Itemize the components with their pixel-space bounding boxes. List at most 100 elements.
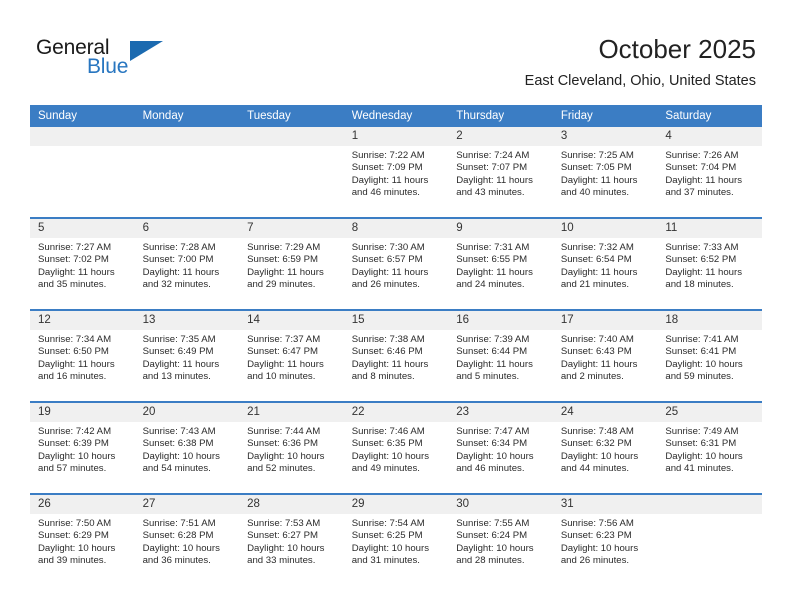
page-header: General Blue October 2025 East Cleveland… bbox=[0, 0, 792, 105]
calendar-day-cell[interactable]: 29 Sunrise: 7:54 AM Sunset: 6:25 PM Dayligh… bbox=[343, 493, 449, 585]
calendar-day-cell[interactable]: 26 Sunrise: 7:50 AM Sunset: 6:29 PM Dayligh… bbox=[30, 493, 135, 585]
sunset-text: Sunset: 6:39 PM bbox=[38, 438, 109, 450]
day-details: Sunrise: 7:56 AM Sunset: 6:23 PM Daylight:… bbox=[553, 514, 658, 568]
sunrise-text: Sunrise: 7:54 AM bbox=[351, 518, 425, 529]
calendar-day-cell[interactable]: 17 Sunrise: 7:40 AM Sunset: 6:43 PM Dayligh… bbox=[552, 309, 658, 402]
calendar-day-cell[interactable]: 23 Sunrise: 7:47 AM Sunset: 6:34 PM Dayligh… bbox=[448, 401, 553, 494]
day-details: Sunrise: 7:25 AM Sunset: 7:05 PM Daylight:… bbox=[553, 146, 658, 200]
title-block: October 2025 East Cleveland, Ohio, Unite… bbox=[525, 34, 756, 91]
sunrise-text: Sunrise: 7:53 AM bbox=[247, 518, 321, 529]
calendar-day-cell[interactable]: 27 Sunrise: 7:51 AM Sunset: 6:28 PM Dayligh… bbox=[134, 493, 240, 585]
calendar-day-cell[interactable]: 24 Sunrise: 7:48 AM Sunset: 6:32 PM Dayligh… bbox=[552, 401, 658, 494]
daylight-text: Daylight: 10 hours and 41 minutes. bbox=[665, 450, 743, 475]
calendar-day-cell[interactable]: 5 Sunrise: 7:27 AM Sunset: 7:02 PM Daylight… bbox=[30, 217, 135, 310]
calendar-week-row: 5 Sunrise: 7:27 AM Sunset: 7:02 PM Daylight… bbox=[30, 217, 762, 310]
daylight-text: Daylight: 10 hours and 57 minutes. bbox=[38, 450, 116, 475]
weekday-header-row: Sunday Monday Tuesday Wednesday Thursday Frid… bbox=[30, 105, 762, 127]
sunset-text: Sunset: 6:52 PM bbox=[665, 254, 737, 266]
calendar-table: Sunday Monday Tuesday Wednesday Thursday Frid… bbox=[30, 105, 762, 585]
calendar-day-cell[interactable]: 20 Sunrise: 7:43 AM Sunset: 6:38 PM Dayligh… bbox=[134, 401, 240, 494]
daylight-text: Daylight: 10 hours and 36 minutes. bbox=[142, 542, 220, 567]
calendar-day-cell[interactable]: 4 Sunrise: 7:26 AM Sunset: 7:04 PM Daylight… bbox=[657, 127, 762, 218]
sunrise-text: Sunrise: 7:37 AM bbox=[247, 334, 321, 345]
daylight-text: Daylight: 10 hours and 52 minutes. bbox=[247, 450, 325, 475]
day-details: Sunrise: 7:42 AM Sunset: 6:39 PM Daylight:… bbox=[30, 422, 135, 476]
calendar-day-cell[interactable]: 15 Sunrise: 7:38 AM Sunset: 6:46 PM Dayligh… bbox=[343, 309, 449, 402]
calendar-day-cell[interactable]: 18 Sunrise: 7:41 AM Sunset: 6:41 PM Dayligh… bbox=[657, 309, 762, 402]
daylight-text: Daylight: 11 hours and 21 minutes. bbox=[560, 266, 638, 291]
calendar-day-cell[interactable]: 21 Sunrise: 7:44 AM Sunset: 6:36 PM Dayligh… bbox=[239, 401, 344, 494]
day-number bbox=[134, 127, 240, 146]
daylight-text: Daylight: 11 hours and 35 minutes. bbox=[38, 266, 115, 291]
calendar-day-cell[interactable]: 11 Sunrise: 7:33 AM Sunset: 6:52 PM Dayligh… bbox=[657, 217, 762, 310]
daylight-text: Daylight: 11 hours and 10 minutes. bbox=[247, 358, 324, 383]
calendar-day-cell[interactable]: 14 Sunrise: 7:37 AM Sunset: 6:47 PM Dayligh… bbox=[239, 309, 344, 402]
daylight-text: Daylight: 11 hours and 13 minutes. bbox=[142, 358, 220, 383]
sunset-text: Sunset: 7:02 PM bbox=[38, 254, 109, 266]
calendar-day-cell[interactable]: 1 Sunrise: 7:22 AM Sunset: 7:09 PM Daylight… bbox=[343, 127, 449, 218]
calendar-day-cell[interactable]: 7 Sunrise: 7:29 AM Sunset: 6:59 PM Daylight… bbox=[239, 217, 344, 310]
daylight-text: Daylight: 11 hours and 24 minutes. bbox=[456, 266, 533, 291]
day-details: Sunrise: 7:31 AM Sunset: 6:55 PM Daylight:… bbox=[448, 238, 553, 292]
sunrise-text: Sunrise: 7:46 AM bbox=[351, 426, 425, 437]
brand-logo[interactable]: General Blue bbox=[36, 36, 216, 86]
calendar-day-cell[interactable]: 13 Sunrise: 7:35 AM Sunset: 6:49 PM Dayligh… bbox=[134, 309, 240, 402]
daylight-text: Daylight: 11 hours and 43 minutes. bbox=[456, 174, 533, 199]
sunrise-text: Sunrise: 7:33 AM bbox=[665, 242, 739, 253]
calendar-day-cell[interactable]: 28 Sunrise: 7:53 AM Sunset: 6:27 PM Dayligh… bbox=[239, 493, 344, 585]
calendar-day-cell[interactable]: 10 Sunrise: 7:32 AM Sunset: 6:54 PM Dayligh… bbox=[552, 217, 658, 310]
calendar-day-cell[interactable]: 19 Sunrise: 7:42 AM Sunset: 6:39 PM Dayligh… bbox=[30, 401, 135, 494]
calendar-day-cell[interactable]: 3 Sunrise: 7:25 AM Sunset: 7:05 PM Daylight… bbox=[552, 127, 658, 218]
weekday-header-monday: Monday bbox=[134, 105, 240, 127]
day-number: 3 bbox=[552, 127, 658, 146]
calendar-empty-cell bbox=[30, 127, 135, 218]
day-details bbox=[135, 146, 240, 150]
calendar-week-row: 1 Sunrise: 7:22 AM Sunset: 7:09 PM Daylight… bbox=[30, 127, 762, 218]
daylight-text: Daylight: 10 hours and 46 minutes. bbox=[456, 450, 534, 475]
sunset-text: Sunset: 7:04 PM bbox=[665, 162, 737, 174]
calendar-day-cell[interactable]: 22 Sunrise: 7:46 AM Sunset: 6:35 PM Dayligh… bbox=[343, 401, 449, 494]
sunrise-text: Sunrise: 7:29 AM bbox=[247, 242, 321, 253]
calendar-day-cell[interactable]: 6 Sunrise: 7:28 AM Sunset: 7:00 PM Daylight… bbox=[134, 217, 240, 310]
weekday-header-wednesday: Wednesday bbox=[343, 105, 449, 127]
day-number: 16 bbox=[448, 311, 553, 330]
day-details bbox=[239, 146, 344, 150]
calendar-day-cell[interactable]: 12 Sunrise: 7:34 AM Sunset: 6:50 PM Dayligh… bbox=[30, 309, 135, 402]
day-number: 4 bbox=[657, 127, 762, 146]
calendar-day-cell[interactable]: 16 Sunrise: 7:39 AM Sunset: 6:44 PM Dayligh… bbox=[448, 309, 553, 402]
calendar-day-cell[interactable]: 25 Sunrise: 7:49 AM Sunset: 6:31 PM Dayligh… bbox=[657, 401, 762, 494]
sunset-text: Sunset: 6:49 PM bbox=[142, 346, 214, 358]
day-details bbox=[30, 146, 135, 150]
weekday-header-saturday: Saturday bbox=[657, 105, 762, 127]
sunset-text: Sunset: 7:05 PM bbox=[560, 162, 632, 174]
weekday-header-sunday: Sunday bbox=[30, 105, 135, 127]
day-number: 18 bbox=[657, 311, 762, 330]
calendar-day-cell[interactable]: 31 Sunrise: 7:56 AM Sunset: 6:23 PM Dayligh… bbox=[552, 493, 658, 585]
day-number: 5 bbox=[30, 219, 135, 238]
sunset-text: Sunset: 6:59 PM bbox=[247, 254, 319, 266]
day-number: 13 bbox=[134, 311, 240, 330]
sunset-text: Sunset: 6:55 PM bbox=[456, 254, 528, 266]
calendar-day-cell[interactable]: 9 Sunrise: 7:31 AM Sunset: 6:55 PM Daylight… bbox=[448, 217, 553, 310]
day-details: Sunrise: 7:26 AM Sunset: 7:04 PM Daylight:… bbox=[657, 146, 762, 200]
day-number: 23 bbox=[448, 403, 553, 422]
day-details: Sunrise: 7:40 AM Sunset: 6:43 PM Daylight:… bbox=[553, 330, 658, 384]
daylight-text: Daylight: 10 hours and 33 minutes. bbox=[247, 542, 325, 567]
calendar-week-row: 12 Sunrise: 7:34 AM Sunset: 6:50 PM Dayligh… bbox=[30, 309, 762, 402]
daylight-text: Daylight: 10 hours and 31 minutes. bbox=[351, 542, 430, 567]
day-number: 22 bbox=[343, 403, 449, 422]
day-details: Sunrise: 7:46 AM Sunset: 6:35 PM Daylight:… bbox=[344, 422, 449, 476]
sunset-text: Sunset: 6:36 PM bbox=[247, 438, 319, 450]
sunrise-text: Sunrise: 7:48 AM bbox=[560, 426, 634, 437]
calendar-day-cell[interactable]: 8 Sunrise: 7:30 AM Sunset: 6:57 PM Daylight… bbox=[343, 217, 449, 310]
calendar-day-cell[interactable]: 30 Sunrise: 7:55 AM Sunset: 6:24 PM Dayligh… bbox=[448, 493, 553, 585]
page-subtitle: East Cleveland, Ohio, United States bbox=[524, 73, 756, 89]
calendar-day-cell[interactable]: 2 Sunrise: 7:24 AM Sunset: 7:07 PM Daylight… bbox=[448, 127, 553, 218]
day-details: Sunrise: 7:28 AM Sunset: 7:00 PM Daylight:… bbox=[135, 238, 240, 292]
day-details: Sunrise: 7:30 AM Sunset: 6:57 PM Daylight:… bbox=[344, 238, 449, 292]
sunrise-text: Sunrise: 7:42 AM bbox=[38, 426, 112, 437]
sunrise-text: Sunrise: 7:31 AM bbox=[456, 242, 530, 253]
sunset-text: Sunset: 7:09 PM bbox=[351, 162, 423, 174]
day-number bbox=[30, 127, 135, 146]
day-number: 19 bbox=[30, 403, 135, 422]
